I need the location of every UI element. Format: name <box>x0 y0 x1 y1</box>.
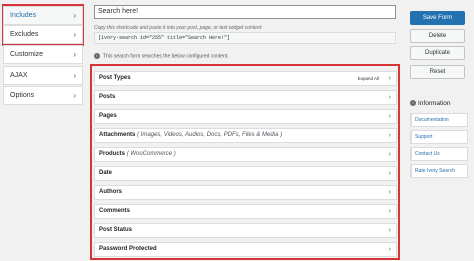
criteria-row-date[interactable]: Date › <box>94 166 397 181</box>
chevron-right-icon: › <box>73 71 76 80</box>
delete-button[interactable]: Delete <box>410 29 465 43</box>
sidebar-item-customize[interactable]: Customize › <box>3 45 83 64</box>
row-label: Post Types <box>99 75 131 81</box>
rate-plugin-link[interactable]: Rate Ivory Search <box>410 164 468 178</box>
row-label: Pages <box>99 113 117 119</box>
criteria-row-pages[interactable]: Pages › <box>94 109 397 124</box>
chevron-right-icon: › <box>388 189 391 196</box>
sidebar-item-label: Options <box>10 92 35 99</box>
shortcode-field[interactable]: [ivory-search id="255" title="Search Her… <box>94 32 396 44</box>
criteria-row-post-types[interactable]: Post Types Expand All › <box>94 71 397 86</box>
criteria-row-authors[interactable]: Authors › <box>94 185 397 200</box>
chevron-right-icon: › <box>388 151 391 158</box>
notice-text: This search form searches the below conf… <box>103 53 229 60</box>
sidebar-item-label: AJAX <box>10 72 28 79</box>
criteria-row-attachments[interactable]: Attachments ( Images, Videos, Audios, Do… <box>94 128 397 143</box>
info-icon: i <box>94 53 100 59</box>
chevron-right-icon: › <box>388 75 391 82</box>
contact-us-link[interactable]: Contact Us <box>410 147 468 161</box>
row-label: Attachments <box>99 132 136 138</box>
chevron-right-icon: › <box>73 91 76 100</box>
reset-button[interactable]: Reset <box>410 65 465 79</box>
sidebar-item-excludes[interactable]: Excludes › <box>3 25 83 44</box>
row-label: Posts <box>99 94 116 100</box>
duplicate-button[interactable]: Duplicate <box>410 46 465 60</box>
search-form-title-input[interactable]: Search here! <box>94 5 396 19</box>
shortcode-hint: Copy this shortcode and paste it into yo… <box>94 25 263 31</box>
row-sublabel: ( WooCommerce ) <box>126 151 176 157</box>
row-label: Authors <box>99 189 122 195</box>
info-icon: i <box>410 100 416 107</box>
criteria-row-products[interactable]: Products ( WooCommerce ) › <box>94 147 397 162</box>
chevron-right-icon: › <box>73 11 76 20</box>
chevron-right-icon: › <box>388 227 391 234</box>
row-label: Post Status <box>99 227 133 233</box>
chevron-right-icon: › <box>388 94 391 101</box>
support-link[interactable]: Support <box>410 130 468 144</box>
sidebar-item-label: Customize <box>10 51 44 58</box>
criteria-row-posts[interactable]: Posts › <box>94 90 397 105</box>
settings-sidebar: Includes › Excludes › Customize › AJAX ›… <box>0 0 86 261</box>
sidebar-item-label: Includes <box>10 12 37 19</box>
row-label: Password Protected <box>99 246 157 252</box>
sidebar-item-options[interactable]: Options › <box>3 86 83 105</box>
chevron-right-icon: › <box>388 170 391 177</box>
criteria-row-password-protected[interactable]: Password Protected › <box>94 242 397 257</box>
row-label: Products <box>99 151 126 157</box>
sidebar-item-label: Excludes <box>10 31 39 38</box>
chevron-right-icon: › <box>73 30 76 39</box>
sidebar-item-includes[interactable]: Includes › <box>3 6 83 25</box>
criteria-row-comments[interactable]: Comments › <box>94 204 397 219</box>
expand-all-link[interactable]: Expand All <box>358 72 379 85</box>
criteria-row-post-status[interactable]: Post Status › <box>94 223 397 238</box>
sidebar-item-ajax[interactable]: AJAX › <box>3 66 83 85</box>
chevron-right-icon: › <box>73 50 76 59</box>
row-sublabel: ( Images, Videos, Audios, Docs, PDFs, Fi… <box>137 132 283 138</box>
row-label: Comments <box>99 208 131 214</box>
row-label: Date <box>99 170 113 176</box>
chevron-right-icon: › <box>388 208 391 215</box>
information-title: i Information <box>410 98 468 110</box>
chevron-right-icon: › <box>388 113 391 120</box>
information-title-text: Information <box>418 100 451 107</box>
save-form-button[interactable]: Save Form <box>410 11 465 25</box>
info-notice: i This search form searches the below con… <box>94 53 229 59</box>
chevron-right-icon: › <box>388 246 391 253</box>
information-panel: i Information Documentation Support Conta… <box>410 98 468 178</box>
chevron-right-icon: › <box>388 132 391 139</box>
documentation-link[interactable]: Documentation <box>410 113 468 127</box>
